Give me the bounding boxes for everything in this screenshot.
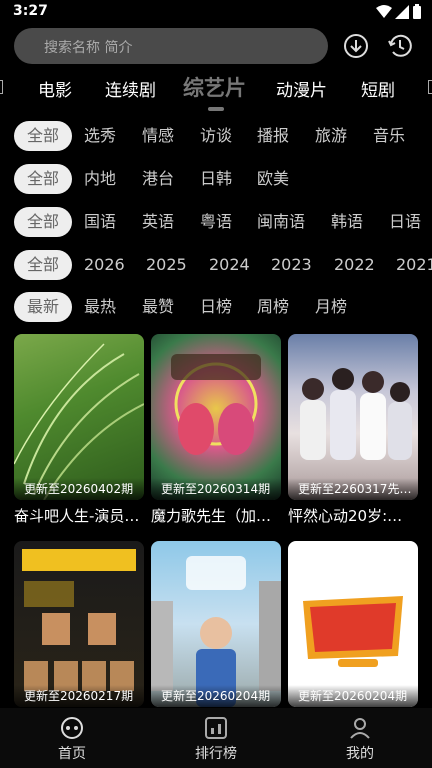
filter-language-item[interactable]: 英语 (142, 207, 174, 237)
poster-image: 更新至2260317先… (288, 334, 418, 500)
filter-language-item[interactable]: 韩语 (331, 207, 363, 237)
filter-row-type: 全部 选秀 情感 访谈 播报 旅游 音乐 (0, 121, 432, 153)
filter-language-item[interactable]: 国语 (84, 207, 116, 237)
poster-image: 更新至20260217期 (14, 541, 144, 707)
nav-mine-label: 我的 (346, 746, 374, 762)
status-time: 3:27 (13, 3, 48, 19)
filter-type-item[interactable]: 旅游 (315, 121, 347, 151)
battery-icon (413, 4, 421, 19)
filter-region-item[interactable]: 日韩 (200, 164, 232, 194)
nav-home[interactable]: 首页 (0, 708, 144, 768)
tab-variety[interactable]: 综艺片 (183, 72, 246, 102)
video-card[interactable]: 更新至20260204期 (151, 541, 281, 707)
filter-language-item[interactable]: 日语 (389, 207, 421, 237)
poster-image: 更新至20260402期 (14, 334, 144, 500)
filter-region-all[interactable]: 全部 (14, 164, 72, 194)
search-placeholder: 搜索名称 简介 (44, 40, 133, 56)
filter-region-item[interactable]: 内地 (84, 164, 116, 194)
poster-group-photo-art (300, 368, 412, 460)
filter-year-item[interactable]: 2022 (334, 250, 375, 280)
filter-row-region: 全部 内地 港台 日韩 欧美 (0, 164, 432, 196)
poster-grass-art (14, 343, 144, 500)
poster-characters-art (171, 354, 261, 455)
bottom-nav: 首页 排行榜 我的 (0, 708, 432, 768)
filter-sort-item[interactable]: 月榜 (315, 292, 347, 322)
search-input[interactable]: 搜索名称 简介 (14, 28, 328, 64)
tab-partial-right (428, 80, 432, 94)
poster-image: 更新至20260314期 (151, 334, 281, 500)
filter-sort-item[interactable]: 周榜 (257, 292, 289, 322)
search-row: 搜索名称 简介 (0, 26, 432, 66)
filter-region-item[interactable]: 港台 (142, 164, 174, 194)
update-label: 更新至20260402期 (14, 478, 144, 500)
filter-row-sort: 最新 最热 最赞 日榜 周榜 月榜 (0, 292, 432, 324)
filter-type-item[interactable]: 音乐 (373, 121, 405, 151)
video-card[interactable]: 更新至20260314期 魔力歌先生（加… (151, 334, 281, 525)
signal-icon (395, 5, 409, 19)
poster-image: 更新至20260204期 (288, 541, 418, 707)
history-button[interactable] (382, 28, 418, 64)
card-title: 奋斗吧人生-演员… (14, 507, 140, 525)
filter-year-item[interactable]: 2021 (396, 250, 432, 280)
filter-type-item[interactable]: 情感 (142, 121, 174, 151)
category-tabs: 电影 连续剧 综艺片 动漫片 短剧 (0, 70, 432, 110)
nav-home-label: 首页 (58, 746, 86, 762)
nav-ranking[interactable]: 排行榜 (144, 708, 288, 768)
filter-sort-item[interactable]: 最热 (84, 292, 116, 322)
home-gamepad-icon (61, 717, 83, 739)
filter-year-all[interactable]: 全部 (14, 250, 72, 280)
profile-icon (350, 718, 370, 739)
content-grid: 更新至20260402期 奋斗吧人生-演员… 更新至20260314期 魔力歌先… (0, 334, 432, 707)
filter-region-item[interactable]: 欧美 (257, 164, 289, 194)
tab-indicator (208, 107, 224, 111)
tab-series[interactable]: 连续剧 (105, 76, 156, 101)
filter-type-all[interactable]: 全部 (14, 121, 72, 151)
poster-lineup-art (22, 549, 136, 691)
update-label: 更新至20260204期 (288, 685, 418, 707)
poster-image: 更新至20260204期 (151, 541, 281, 707)
nav-mine[interactable]: 我的 (288, 708, 432, 768)
download-icon (344, 34, 368, 58)
status-bar: 3:27 (0, 0, 432, 24)
filter-year-item[interactable]: 2023 (271, 250, 312, 280)
tab-movie[interactable]: 电影 (38, 76, 72, 101)
filter-year-item[interactable]: 2024 (209, 250, 250, 280)
download-button[interactable] (338, 28, 374, 64)
tab-partial-left (0, 80, 3, 94)
card-title: 魔力歌先生（加… (151, 507, 272, 525)
poster-logo-art (303, 596, 403, 667)
filter-sort-item[interactable]: 日榜 (200, 292, 232, 322)
filter-language-item[interactable]: 粤语 (200, 207, 232, 237)
wifi-icon (376, 5, 392, 18)
tab-short-drama[interactable]: 短剧 (361, 76, 395, 101)
filter-sort-item[interactable]: 最赞 (142, 292, 174, 322)
filter-type-item[interactable]: 选秀 (84, 121, 116, 151)
filter-language-all[interactable]: 全部 (14, 207, 72, 237)
nav-ranking-label: 排行榜 (195, 746, 237, 762)
video-card[interactable]: 更新至20260217期 (14, 541, 144, 707)
filter-row-language: 全部 国语 英语 粤语 闽南语 韩语 日语 (0, 207, 432, 239)
history-icon (388, 34, 412, 57)
filter-sort-latest[interactable]: 最新 (14, 292, 72, 322)
poster-host-art (151, 556, 281, 707)
ranking-chart-icon (205, 717, 227, 739)
video-card[interactable]: 更新至2260317先… 怦然心动20岁:… (288, 334, 418, 525)
filter-row-year: 全部 2026 2025 2024 2023 2022 2021 (0, 250, 432, 282)
filter-year-item[interactable]: 2026 (84, 250, 125, 280)
video-card[interactable]: 更新至20260204期 (288, 541, 418, 707)
filter-type-item[interactable]: 访谈 (200, 121, 232, 151)
update-label: 更新至20260314期 (151, 478, 281, 500)
status-icons (376, 3, 422, 21)
video-card[interactable]: 更新至20260402期 奋斗吧人生-演员… (14, 334, 144, 525)
filter-year-item[interactable]: 2025 (146, 250, 187, 280)
tab-anime[interactable]: 动漫片 (276, 76, 327, 101)
update-label: 更新至2260317先… (288, 478, 418, 500)
card-title: 怦然心动20岁:… (288, 507, 403, 525)
filter-type-item[interactable]: 播报 (257, 121, 289, 151)
update-label: 更新至20260217期 (14, 685, 144, 707)
filter-language-item[interactable]: 闽南语 (257, 207, 305, 237)
update-label: 更新至20260204期 (151, 685, 281, 707)
